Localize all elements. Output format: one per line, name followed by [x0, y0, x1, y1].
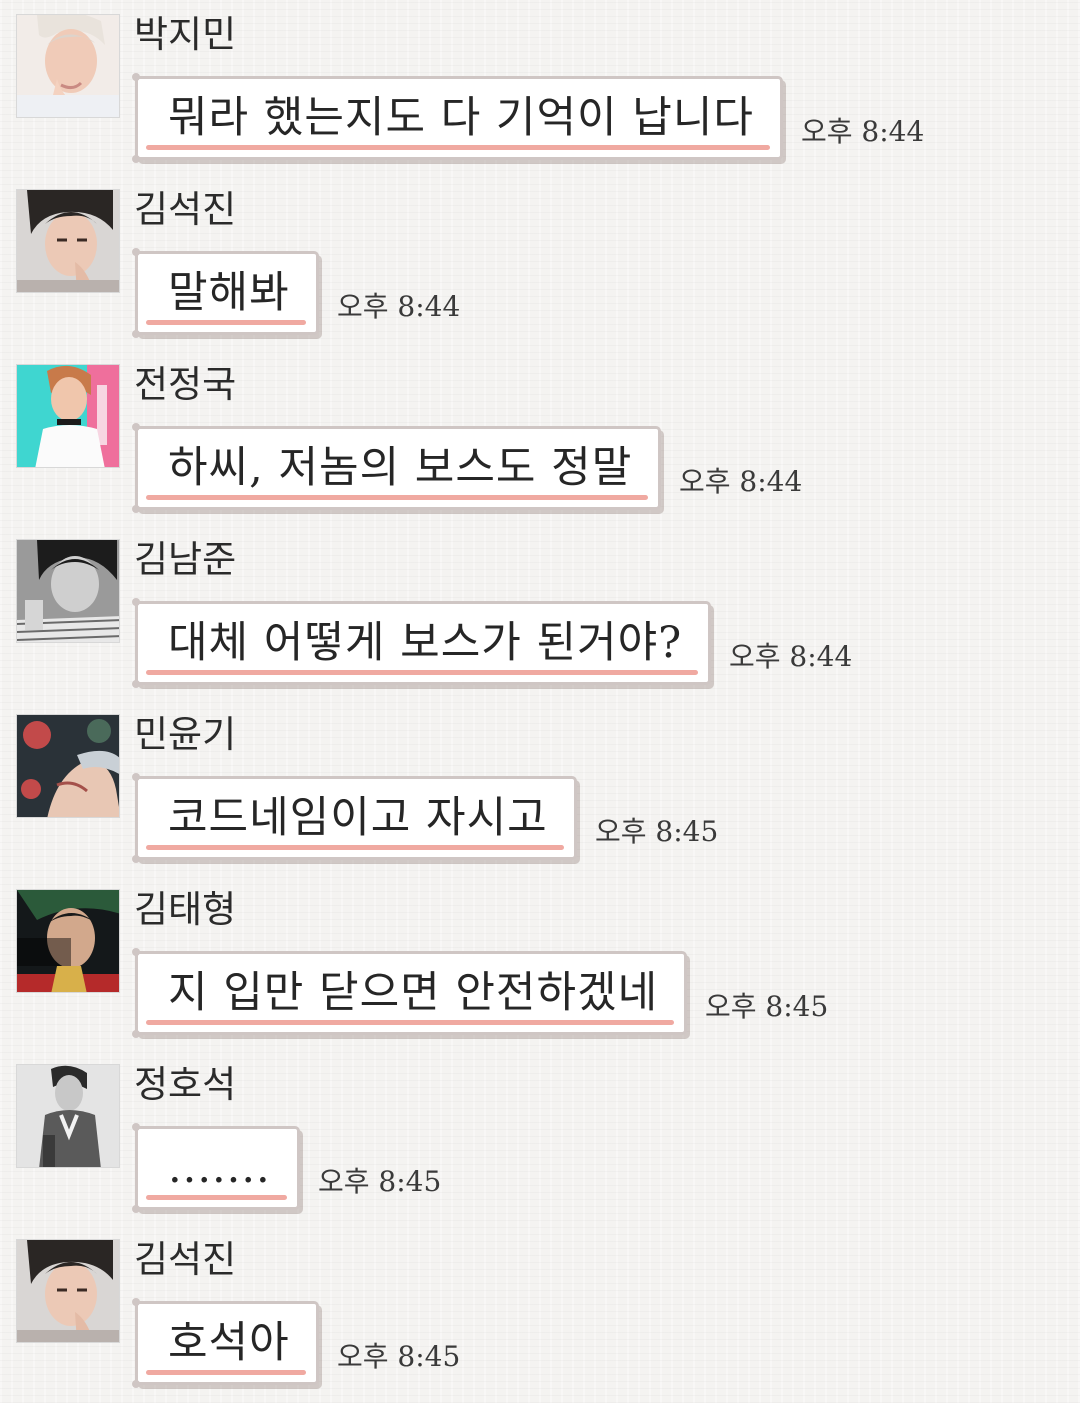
hoseok-avatar-icon: [17, 1065, 119, 1167]
bubble-underline: [146, 845, 564, 850]
yoongi-avatar-icon: [17, 715, 119, 817]
message-timestamp: 오후 8:45: [318, 1165, 442, 1198]
sender-name: 김석진: [134, 1238, 237, 1281]
bubble-underline: [146, 670, 699, 675]
bubble-underline: [146, 495, 649, 500]
profile-avatar[interactable]: [16, 14, 120, 118]
taehyung-avatar-icon: [17, 890, 119, 992]
seokjin-avatar-icon: [17, 1240, 119, 1342]
chat-message: 정호석 ....... 오후 8:45: [0, 1050, 1080, 1225]
sender-name: 정호석: [134, 1063, 237, 1106]
jungkook-avatar-icon: [17, 365, 119, 467]
profile-avatar[interactable]: [16, 714, 120, 818]
chat-message: 김석진 말해봐 오후 8:44: [0, 175, 1080, 350]
sender-name: 전정국: [134, 363, 237, 406]
bubble-underline: [146, 1370, 306, 1375]
message-bubble[interactable]: 호석아: [132, 1298, 319, 1388]
sender-name: 김남준: [134, 538, 237, 581]
profile-avatar[interactable]: [16, 539, 120, 643]
message-bubble[interactable]: 코드네임이고 자시고: [132, 773, 577, 863]
message-timestamp: 오후 8:44: [337, 290, 461, 323]
chat-message: 민윤기 코드네임이고 자시고 오후 8:45: [0, 700, 1080, 875]
chat-message: 김태형 지 입만 닫으면 안전하겠네 오후 8:45: [0, 875, 1080, 1050]
chat-message: 박지민 뭐라 했는지도 다 기억이 납니다 오후 8:44: [0, 0, 1080, 175]
chat-message: 전정국 하씨, 저놈의 보스도 정말 오후 8:44: [0, 350, 1080, 525]
message-timestamp: 오후 8:44: [801, 115, 925, 148]
profile-avatar[interactable]: [16, 364, 120, 468]
profile-avatar[interactable]: [16, 889, 120, 993]
namjoon-avatar-icon: [17, 540, 119, 642]
message-bubble[interactable]: 대체 어떻게 보스가 된거야?: [131, 598, 712, 688]
jimin-avatar-icon: [17, 15, 119, 117]
message-bubble[interactable]: 하씨, 저놈의 보스도 정말: [131, 423, 662, 513]
message-timestamp: 오후 8:44: [729, 640, 853, 673]
message-bubble[interactable]: .......: [132, 1123, 300, 1213]
message-timestamp: 오후 8:45: [595, 815, 719, 848]
message-timestamp: 오후 8:44: [679, 465, 803, 498]
sender-name: 박지민: [134, 13, 237, 56]
seokjin-avatar-icon: [17, 190, 119, 292]
profile-avatar[interactable]: [16, 1239, 120, 1343]
bubble-underline: [146, 320, 306, 325]
message-timestamp: 오후 8:45: [705, 990, 829, 1023]
bubble-underline: [146, 1020, 675, 1025]
message-timestamp: 오후 8:45: [337, 1340, 461, 1373]
bubble-underline: [146, 1195, 287, 1200]
profile-avatar[interactable]: [16, 1064, 120, 1168]
message-bubble[interactable]: 뭐라 했는지도 다 기억이 납니다: [132, 73, 783, 163]
sender-name: 김태형: [134, 888, 237, 931]
bubble-underline: [146, 145, 770, 150]
chat-message: 김석진 호석아 오후 8:45: [0, 1225, 1080, 1400]
profile-avatar[interactable]: [16, 189, 120, 293]
message-bubble[interactable]: 말해봐: [132, 248, 319, 338]
message-bubble[interactable]: 지 입만 닫으면 안전하겠네: [131, 948, 688, 1038]
sender-name: 김석진: [134, 188, 237, 231]
sender-name: 민윤기: [134, 713, 237, 756]
chat-message: 김남준 대체 어떻게 보스가 된거야? 오후 8:44: [0, 525, 1080, 700]
